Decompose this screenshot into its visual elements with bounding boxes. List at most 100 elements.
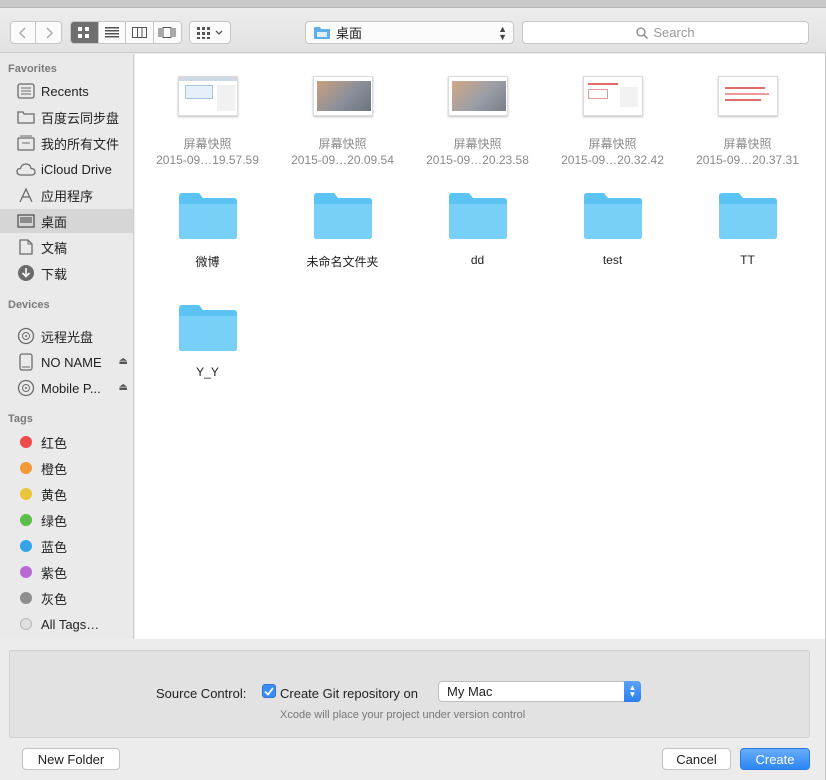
sidebar: Favorites Recents 百度云同步盘 我的所有文件 iCloud D… (0, 54, 134, 639)
folder-item[interactable]: dd (410, 190, 545, 267)
search-icon (636, 26, 649, 39)
sidebar-item-tag-yellow[interactable]: 黄色 (0, 482, 133, 506)
sidebar-item-tag-orange[interactable]: 橙色 (0, 456, 133, 480)
sidebar-item-label: All Tags… (41, 616, 100, 632)
sidebar-item-tag-gray[interactable]: 灰色 (0, 586, 133, 610)
new-folder-button[interactable]: New Folder (22, 748, 120, 770)
sidebar-item-tag-blue[interactable]: 蓝色 (0, 534, 133, 558)
folder-item[interactable]: 未命名文件夹 (275, 190, 410, 270)
folder-name: test (602, 253, 623, 267)
sidebar-item-documents[interactable]: 文稿 (0, 235, 133, 259)
desktop-folder-icon (314, 27, 330, 39)
git-location-popup[interactable]: My Mac ▲ ▼ (438, 681, 641, 702)
drive-icon (16, 353, 36, 371)
folder-name: 未命名文件夹 (306, 255, 379, 269)
sidebar-item-all-tags[interactable]: All Tags… (0, 612, 133, 636)
sidebar-item-downloads[interactable]: 下载 (0, 261, 133, 285)
up-down-arrows-icon: ▲ ▼ (498, 24, 507, 42)
file-date: 2015-09…20.09.54 (291, 153, 394, 167)
arrange-button[interactable] (189, 21, 231, 44)
sidebar-item-label: 应用程序 (41, 188, 94, 204)
cover-flow-button[interactable] (154, 22, 181, 43)
column-view-button[interactable] (126, 22, 154, 43)
sidebar-item-label: 红色 (41, 435, 68, 451)
sidebar-item-label: 紫色 (41, 565, 68, 581)
file-date: 2015-09…20.37.31 (696, 153, 799, 167)
sidebar-item-applications[interactable]: 应用程序 (0, 183, 133, 207)
tag-red-icon (16, 433, 36, 451)
file-item[interactable]: 屏幕快照 2015-09…20.23.58 (410, 76, 545, 168)
sidebar-item-tag-purple[interactable]: 紫色 (0, 560, 133, 584)
search-placeholder: Search (653, 25, 695, 40)
sidebar-item-label: 百度云同步盘 (41, 110, 120, 126)
create-git-checkbox[interactable] (262, 684, 276, 698)
sidebar-item-label: Mobile P... (41, 380, 101, 396)
location-label: 桌面 (336, 26, 363, 41)
file-item[interactable]: 屏幕快照 2015-09…20.37.31 (680, 76, 815, 168)
sidebar-item-label: NO NAME (41, 354, 102, 370)
folder-icon (178, 305, 237, 351)
folder-item[interactable]: Y_Y (140, 302, 275, 379)
sidebar-item-recents[interactable]: Recents (0, 79, 133, 103)
folder-item[interactable]: TT (680, 190, 815, 267)
checkmark-icon (264, 686, 274, 696)
sidebar-item-label: 下载 (41, 266, 68, 282)
sidebar-item-desktop[interactable]: 桌面 (0, 209, 133, 233)
favorites-header: Favorites (8, 63, 57, 75)
location-popup[interactable]: 桌面 ▲ ▼ (305, 21, 514, 44)
file-name: 屏幕快照 (183, 137, 232, 151)
source-control-label: Source Control: (156, 686, 247, 701)
forward-button[interactable] (36, 22, 61, 43)
git-location-value: My Mac (447, 684, 493, 699)
folder-name: 微博 (195, 255, 220, 269)
screenshot-thumbnail (177, 76, 238, 116)
sidebar-item-label: 蓝色 (41, 539, 68, 555)
eject-icon[interactable]: ⏏ (119, 356, 128, 367)
create-button[interactable]: Create (740, 748, 810, 770)
file-item[interactable]: 屏幕快照 2015-09…20.32.42 (545, 76, 680, 168)
file-item[interactable]: 屏幕快照 2015-09…20.09.54 (275, 76, 410, 168)
folder-icon (178, 193, 237, 239)
sidebar-item-icloud[interactable]: iCloud Drive (0, 157, 133, 181)
sidebar-item-no-name[interactable]: NO NAME ⏏ (0, 350, 133, 374)
sidebar-item-tag-green[interactable]: 绿色 (0, 508, 133, 532)
folder-name: TT (740, 253, 755, 267)
nav-buttons (10, 21, 62, 44)
disc-icon (16, 327, 36, 345)
sidebar-item-tag-red[interactable]: 红色 (0, 430, 133, 454)
up-down-arrows-icon: ▲ ▼ (624, 681, 641, 702)
back-button[interactable] (11, 22, 37, 43)
folder-icon (16, 108, 36, 126)
sidebar-item-baidu-sync[interactable]: 百度云同步盘 (0, 105, 133, 129)
cancel-button[interactable]: Cancel (662, 748, 731, 770)
file-name: 屏幕快照 (588, 137, 637, 151)
sidebar-item-label: iCloud Drive (41, 161, 112, 177)
tag-gray-icon (16, 589, 36, 607)
file-browser: 屏幕快照 2015-09…19.57.59 屏幕快照 2015-09…20.09… (135, 54, 825, 639)
options-panel: Source Control: Create Git repository on… (9, 650, 810, 738)
tag-green-icon (16, 511, 36, 529)
list-view-button[interactable] (99, 22, 126, 43)
devices-header: Devices (8, 299, 50, 311)
screenshot-thumbnail (447, 76, 508, 116)
sidebar-item-remote-disc[interactable]: 远程光盘 (0, 324, 133, 348)
tags-header: Tags (8, 413, 33, 425)
eject-icon[interactable]: ⏏ (119, 382, 128, 393)
view-mode-control (70, 21, 182, 44)
grid-icon (78, 26, 90, 38)
sidebar-item-label: 灰色 (41, 591, 68, 607)
folder-item[interactable]: test (545, 190, 680, 267)
sidebar-item-mobile-p[interactable]: Mobile P... ⏏ (0, 376, 133, 400)
folder-item[interactable]: 微博 (140, 190, 275, 270)
documents-icon (16, 238, 36, 256)
search-field[interactable]: Search (522, 21, 809, 44)
sidebar-item-all-files[interactable]: 我的所有文件 (0, 131, 133, 155)
file-item[interactable]: 屏幕快照 2015-09…19.57.59 (140, 76, 275, 168)
sidebar-item-label: 桌面 (41, 214, 68, 230)
icon-view-button[interactable] (71, 22, 99, 43)
sidebar-item-label: Recents (41, 83, 89, 99)
sidebar-item-label: 文稿 (41, 240, 68, 256)
file-name: 屏幕快照 (318, 137, 367, 151)
cover-flow-icon (158, 27, 176, 38)
create-git-label: Create Git repository on (280, 686, 419, 701)
